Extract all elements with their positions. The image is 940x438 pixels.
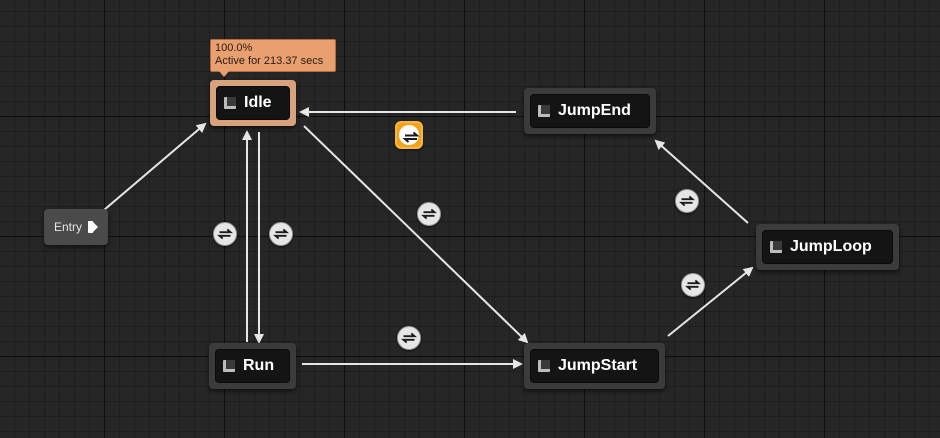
state-node-body: JumpLoop bbox=[762, 230, 893, 264]
transition-rule-icon[interactable] bbox=[397, 326, 421, 350]
entry-pin-icon[interactable] bbox=[88, 221, 99, 233]
state-node-jumpstart[interactable]: JumpStart bbox=[524, 343, 665, 389]
state-machine-state-icon bbox=[223, 96, 237, 110]
tooltip-active-time: Active for 213.37 secs bbox=[215, 55, 324, 67]
state-node-jumploop[interactable]: JumpLoop bbox=[756, 224, 899, 270]
state-machine-graph[interactable]: Entry 100.0% Active for 213.37 secs Idle… bbox=[0, 0, 940, 438]
exchange-arrows-icon bbox=[273, 228, 289, 240]
transition-rule-icon[interactable] bbox=[269, 222, 293, 246]
wire-jumpstart-to-jumploop[interactable] bbox=[667, 266, 754, 337]
tooltip-weight: 100.0% bbox=[215, 42, 253, 54]
entry-label: Entry bbox=[54, 220, 83, 234]
exchange-arrows-icon bbox=[421, 208, 437, 220]
state-machine-state-icon bbox=[222, 359, 236, 373]
state-label-jumpstart: JumpStart bbox=[558, 357, 638, 374]
state-node-jumpend[interactable]: JumpEnd bbox=[524, 88, 656, 134]
transition-rule-icon[interactable] bbox=[675, 189, 699, 213]
state-machine-state-icon bbox=[537, 359, 551, 373]
state-label-jumploop: JumpLoop bbox=[790, 238, 872, 255]
state-node-idle[interactable]: Idle bbox=[210, 80, 296, 126]
exchange-arrows-icon bbox=[401, 332, 417, 344]
wire-idle-to-jumpstart[interactable] bbox=[303, 125, 529, 344]
state-node-body: Run bbox=[215, 349, 290, 383]
state-label-jumpend: JumpEnd bbox=[558, 102, 631, 119]
state-label-run: Run bbox=[243, 357, 275, 374]
wire-entry-to-idle[interactable] bbox=[103, 122, 207, 211]
state-label-idle: Idle bbox=[244, 94, 272, 111]
transition-wires bbox=[103, 107, 754, 369]
transition-rule-icon[interactable] bbox=[681, 273, 705, 297]
transition-rule-icon[interactable] bbox=[395, 121, 423, 149]
state-node-run[interactable]: Run bbox=[209, 343, 296, 389]
active-state-tooltip: 100.0% Active for 213.37 secs bbox=[210, 39, 336, 77]
state-machine-state-icon bbox=[769, 240, 783, 254]
exchange-arrows-icon bbox=[679, 195, 695, 207]
exchange-arrows-icon bbox=[402, 131, 420, 143]
state-node-body: Idle bbox=[216, 86, 290, 120]
state-machine-state-icon bbox=[537, 104, 551, 118]
transition-rule-icon[interactable] bbox=[213, 222, 237, 246]
transition-rule-icon[interactable] bbox=[417, 202, 441, 226]
state-node-body: JumpStart bbox=[530, 349, 659, 383]
entry-node[interactable]: Entry bbox=[44, 209, 108, 245]
state-node-body: JumpEnd bbox=[530, 94, 650, 128]
exchange-arrows-icon bbox=[217, 228, 233, 240]
exchange-arrows-icon bbox=[685, 279, 701, 291]
wire-jumploop-to-jumpend[interactable] bbox=[654, 139, 749, 224]
